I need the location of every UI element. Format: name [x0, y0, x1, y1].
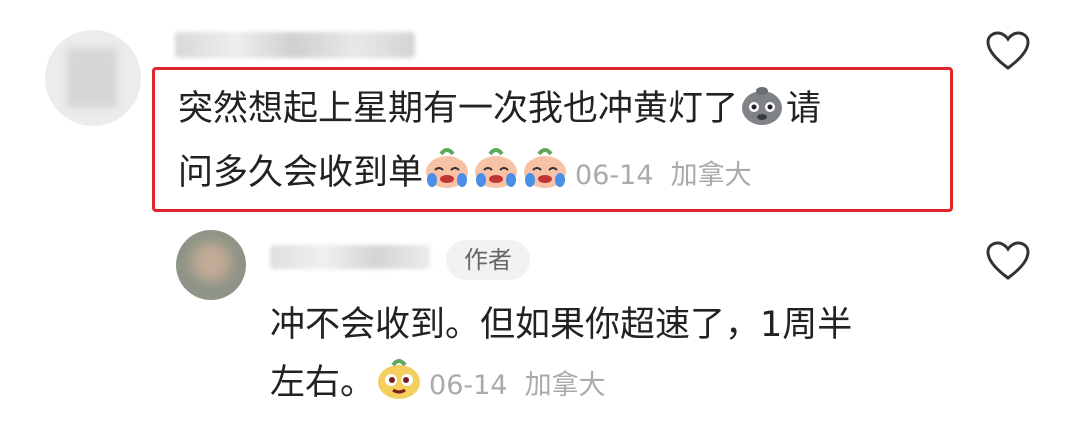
comment-line-1: 突然想起上星期有一次我也冲黄灯了 [178, 89, 739, 129]
comment-line-2: 问多久会收到单 [178, 153, 424, 193]
author-badge: 作者 [446, 240, 530, 280]
reply-line-2: 左右。 [270, 363, 376, 403]
comment-line-1b: 请 [786, 89, 822, 129]
smirk-emoji-icon [375, 358, 423, 418]
sob-emoji-icon [738, 86, 786, 144]
reply-line-1: 冲不会收到。但如果你超速了，1周半 [270, 305, 853, 345]
username-blurred[interactable] [175, 32, 415, 58]
reply-location: 加拿大 [524, 370, 606, 401]
reply-date: 06-14 [429, 370, 508, 401]
crying-emoji-icon [423, 148, 569, 208]
reply-text: 冲不会收到。但如果你超速了，1周半 左右。 06-14 加拿大 [270, 296, 950, 418]
comment-location: 加拿大 [670, 160, 752, 191]
heart-outline-icon[interactable] [985, 30, 1031, 76]
reply-avatar[interactable] [176, 230, 246, 300]
heart-outline-icon[interactable] [985, 240, 1031, 286]
reply-username-blurred[interactable] [270, 245, 430, 269]
comment-date: 06-14 [575, 160, 654, 191]
comment-text: 突然想起上星期有一次我也冲黄灯了 请 问多久会收到单 06-14 加拿大 [178, 80, 938, 208]
avatar[interactable] [45, 30, 141, 126]
